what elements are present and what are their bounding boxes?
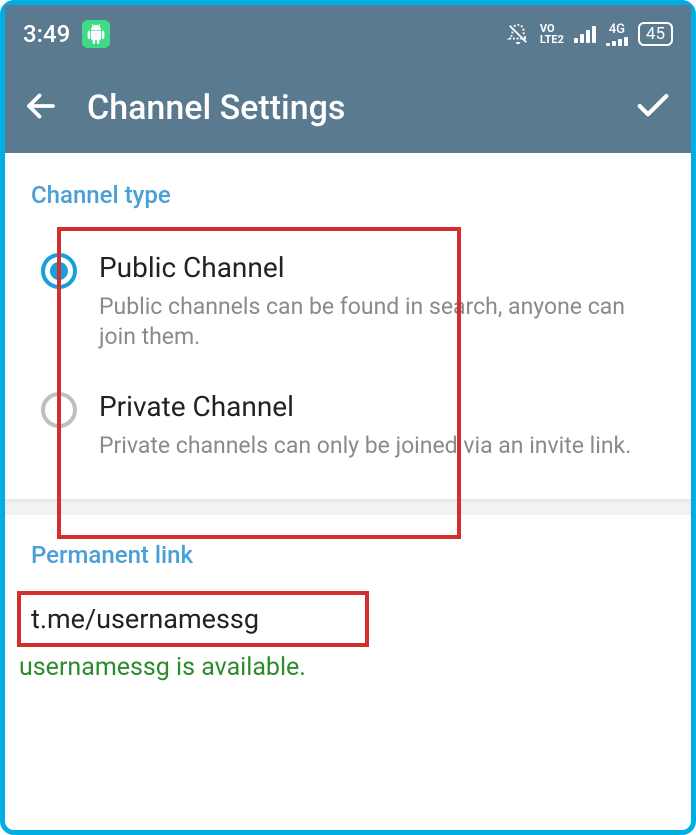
radio-public-channel[interactable]: Public Channel Public channels can be fo… — [29, 241, 691, 380]
volte-indicator: VO LTE2 — [540, 23, 564, 45]
status-time: 3:49 — [23, 20, 70, 48]
username-availability-status: usernamessg is available. — [5, 653, 691, 682]
android-icon — [82, 20, 110, 48]
page-title: Channel Settings — [87, 88, 605, 128]
radio-private-content: Private Channel Private channels can onl… — [99, 390, 675, 461]
radio-public-content: Public Channel Public channels can be fo… — [99, 251, 675, 352]
content-area: Channel type Public Channel Public chann… — [5, 153, 691, 682]
network-indicator: 4G — [606, 23, 628, 46]
back-icon[interactable] — [23, 88, 59, 128]
channel-type-heading: Channel type — [5, 181, 691, 227]
permanent-link-input[interactable]: t.me/usernamessg — [31, 603, 259, 635]
permanent-link-heading: Permanent link — [5, 541, 691, 591]
permanent-link-highlight: t.me/usernamessg — [17, 591, 369, 647]
section-divider — [5, 499, 691, 515]
permanent-link-section: Permanent link t.me/usernamessg username… — [5, 515, 691, 682]
radio-private-description: Private channels can only be joined via … — [99, 431, 659, 461]
channel-type-radio-group: Public Channel Public channels can be fo… — [5, 227, 691, 499]
radio-public-label: Public Channel — [99, 251, 675, 284]
radio-private-channel[interactable]: Private Channel Private channels can onl… — [29, 380, 691, 489]
mute-icon — [506, 23, 530, 45]
status-bar-right: VO LTE2 4G 45 — [506, 22, 673, 46]
app-header: Channel Settings — [5, 63, 691, 153]
radio-public-description: Public channels can be found in search, … — [99, 292, 659, 352]
signal-icon — [574, 25, 596, 43]
status-bar-left: 3:49 — [23, 20, 110, 48]
radio-unselected-icon — [41, 392, 77, 428]
confirm-icon[interactable] — [633, 86, 673, 130]
status-bar: 3:49 VO LTE2 4G 45 — [5, 5, 691, 63]
battery-indicator: 45 — [638, 22, 673, 46]
radio-private-label: Private Channel — [99, 390, 675, 423]
radio-selected-icon — [41, 253, 77, 289]
